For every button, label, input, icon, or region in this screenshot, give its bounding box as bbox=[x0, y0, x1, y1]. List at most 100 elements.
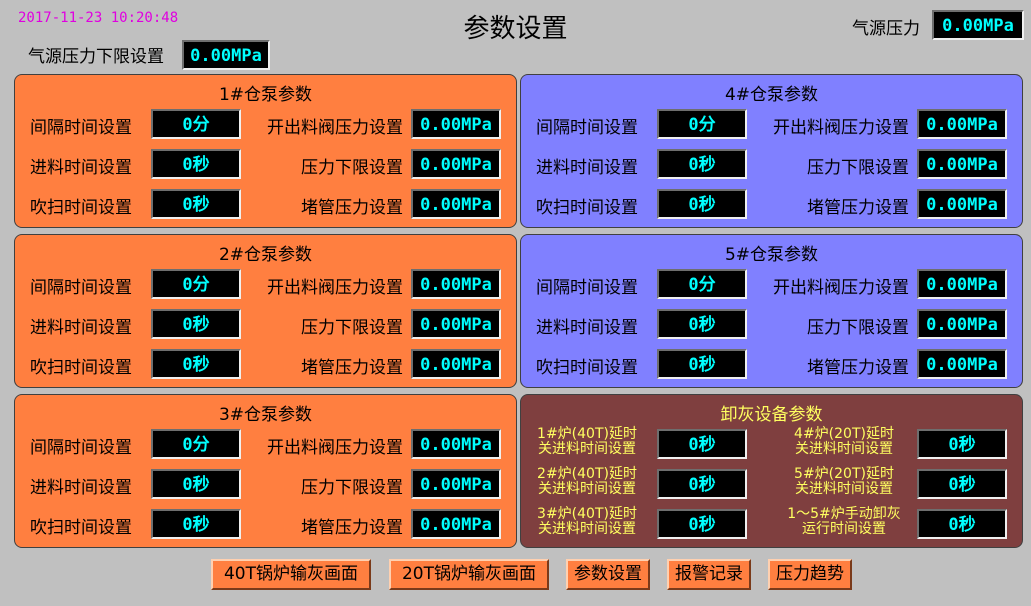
feed-label: 进料时间设置 bbox=[30, 318, 132, 338]
air-pressure-display: 0.00MPa bbox=[932, 10, 1024, 40]
purge-input[interactable]: 0秒 bbox=[657, 349, 747, 379]
purge-input[interactable]: 0秒 bbox=[657, 189, 747, 219]
feed-input[interactable]: 0秒 bbox=[151, 309, 241, 339]
datetime: 2017-11-23 10:20:48 bbox=[18, 10, 179, 26]
air-source-lower-input[interactable]: 0.00MPa bbox=[182, 40, 270, 70]
pump-panel-5: 5#仓泵参数 间隔时间设置 0分 进料时间设置 0秒 吹扫时间设置 0秒 开出料… bbox=[520, 234, 1023, 388]
blockage-input[interactable]: 0.00MPa bbox=[917, 189, 1007, 219]
lower-limit-input[interactable]: 0.00MPa bbox=[411, 309, 501, 339]
furnace-5-delay-label: 5#炉(20T)延时 关进料时间设置 bbox=[779, 467, 909, 497]
open-valve-input[interactable]: 0.00MPa bbox=[411, 429, 501, 459]
furnace-3-delay-label: 3#炉(40T)延时 关进料时间设置 bbox=[531, 507, 643, 537]
open-valve-input[interactable]: 0.00MPa bbox=[917, 109, 1007, 139]
feed-input[interactable]: 0秒 bbox=[151, 469, 241, 499]
interval-input[interactable]: 0分 bbox=[151, 109, 241, 139]
interval-label: 间隔时间设置 bbox=[30, 438, 132, 458]
lower-limit-input[interactable]: 0.00MPa bbox=[917, 309, 1007, 339]
open-valve-input[interactable]: 0.00MPa bbox=[411, 269, 501, 299]
purge-label: 吹扫时间设置 bbox=[536, 198, 638, 218]
furnace-1-delay-input[interactable]: 0秒 bbox=[657, 429, 747, 459]
open-valve-label: 开出料阀压力设置 bbox=[267, 438, 403, 458]
blockage-label: 堵管压力设置 bbox=[301, 198, 403, 218]
label-line: 5#炉(20T)延时 bbox=[794, 466, 894, 482]
purge-input[interactable]: 0秒 bbox=[151, 349, 241, 379]
panel-title: 卸灰设备参数 bbox=[720, 405, 823, 425]
open-valve-label: 开出料阀压力设置 bbox=[267, 118, 403, 138]
blockage-label: 堵管压力设置 bbox=[301, 358, 403, 378]
interval-input[interactable]: 0分 bbox=[657, 109, 747, 139]
panel-title: 1#仓泵参数 bbox=[218, 85, 313, 105]
blockage-input[interactable]: 0.00MPa bbox=[917, 349, 1007, 379]
furnace-4-delay-input[interactable]: 0秒 bbox=[917, 429, 1007, 459]
lower-limit-input[interactable]: 0.00MPa bbox=[411, 149, 501, 179]
interval-label: 间隔时间设置 bbox=[536, 118, 638, 138]
label-line: 关进料时间设置 bbox=[538, 481, 636, 497]
lower-limit-label: 压力下限设置 bbox=[807, 158, 909, 178]
manual-discharge-label: 1～5#炉手动卸灰 运行时间设置 bbox=[779, 507, 909, 537]
open-valve-label: 开出料阀压力设置 bbox=[773, 118, 909, 138]
purge-label: 吹扫时间设置 bbox=[30, 518, 132, 538]
lower-limit-input[interactable]: 0.00MPa bbox=[917, 149, 1007, 179]
interval-label: 间隔时间设置 bbox=[30, 118, 132, 138]
feed-input[interactable]: 0秒 bbox=[657, 149, 747, 179]
lower-limit-label: 压力下限设置 bbox=[807, 318, 909, 338]
furnace-5-delay-input[interactable]: 0秒 bbox=[917, 469, 1007, 499]
panel-title: 5#仓泵参数 bbox=[724, 245, 819, 265]
interval-input[interactable]: 0分 bbox=[657, 269, 747, 299]
furnace-1-delay-label: 1#炉(40T)延时 关进料时间设置 bbox=[531, 427, 643, 457]
furnace-4-delay-label: 4#炉(20T)延时 关进料时间设置 bbox=[779, 427, 909, 457]
lower-limit-input[interactable]: 0.00MPa bbox=[411, 469, 501, 499]
manual-discharge-input[interactable]: 0秒 bbox=[917, 509, 1007, 539]
interval-label: 间隔时间设置 bbox=[536, 278, 638, 298]
purge-input[interactable]: 0秒 bbox=[151, 189, 241, 219]
label-line: 关进料时间设置 bbox=[538, 521, 636, 537]
purge-label: 吹扫时间设置 bbox=[30, 198, 132, 218]
furnace-3-delay-input[interactable]: 0秒 bbox=[657, 509, 747, 539]
panel-title: 4#仓泵参数 bbox=[724, 85, 819, 105]
lower-limit-label: 压力下限设置 bbox=[301, 318, 403, 338]
blockage-input[interactable]: 0.00MPa bbox=[411, 189, 501, 219]
pump-panel-1: 1#仓泵参数 间隔时间设置 0分 进料时间设置 0秒 吹扫时间设置 0秒 开出料… bbox=[14, 74, 517, 228]
lower-limit-label: 压力下限设置 bbox=[301, 158, 403, 178]
label-line: 关进料时间设置 bbox=[538, 441, 636, 457]
panel-title: 2#仓泵参数 bbox=[218, 245, 313, 265]
label-line: 1～5#炉手动卸灰 bbox=[787, 506, 901, 522]
panel-title: 3#仓泵参数 bbox=[218, 405, 313, 425]
feed-label: 进料时间设置 bbox=[536, 318, 638, 338]
open-valve-input[interactable]: 0.00MPa bbox=[411, 109, 501, 139]
pump-panel-4: 4#仓泵参数 间隔时间设置 0分 进料时间设置 0秒 吹扫时间设置 0秒 开出料… bbox=[520, 74, 1023, 228]
label-line: 关进料时间设置 bbox=[795, 441, 893, 457]
feed-label: 进料时间设置 bbox=[30, 158, 132, 178]
lower-limit-label: 压力下限设置 bbox=[301, 478, 403, 498]
label-line: 3#炉(40T)延时 bbox=[537, 506, 637, 522]
feed-label: 进料时间设置 bbox=[536, 158, 638, 178]
feed-input[interactable]: 0秒 bbox=[657, 309, 747, 339]
air-pressure-label: 气源压力 bbox=[852, 19, 920, 39]
nav-trend-button[interactable]: 压力趋势 bbox=[768, 559, 852, 590]
furnace-2-delay-input[interactable]: 0秒 bbox=[657, 469, 747, 499]
nav-params-button[interactable]: 参数设置 bbox=[566, 559, 650, 590]
open-valve-label: 开出料阀压力设置 bbox=[267, 278, 403, 298]
nav-20t-boiler-button[interactable]: 20T锅炉输灰画面 bbox=[389, 559, 549, 590]
interval-input[interactable]: 0分 bbox=[151, 429, 241, 459]
label-line: 关进料时间设置 bbox=[795, 481, 893, 497]
blockage-label: 堵管压力设置 bbox=[807, 358, 909, 378]
pump-panel-2: 2#仓泵参数 间隔时间设置 0分 进料时间设置 0秒 吹扫时间设置 0秒 开出料… bbox=[14, 234, 517, 388]
feed-label: 进料时间设置 bbox=[30, 478, 132, 498]
purge-label: 吹扫时间设置 bbox=[30, 358, 132, 378]
pump-panel-3: 3#仓泵参数 间隔时间设置 0分 进料时间设置 0秒 吹扫时间设置 0秒 开出料… bbox=[14, 394, 517, 548]
blockage-label: 堵管压力设置 bbox=[301, 518, 403, 538]
nav-alarm-button[interactable]: 报警记录 bbox=[667, 559, 751, 590]
nav-40t-boiler-button[interactable]: 40T锅炉输灰画面 bbox=[211, 559, 371, 590]
label-line: 2#炉(40T)延时 bbox=[537, 466, 637, 482]
purge-input[interactable]: 0秒 bbox=[151, 509, 241, 539]
blockage-label: 堵管压力设置 bbox=[807, 198, 909, 218]
label-line: 运行时间设置 bbox=[802, 521, 886, 537]
interval-input[interactable]: 0分 bbox=[151, 269, 241, 299]
furnace-2-delay-label: 2#炉(40T)延时 关进料时间设置 bbox=[531, 467, 643, 497]
label-line: 4#炉(20T)延时 bbox=[794, 426, 894, 442]
feed-input[interactable]: 0秒 bbox=[151, 149, 241, 179]
blockage-input[interactable]: 0.00MPa bbox=[411, 349, 501, 379]
open-valve-input[interactable]: 0.00MPa bbox=[917, 269, 1007, 299]
blockage-input[interactable]: 0.00MPa bbox=[411, 509, 501, 539]
